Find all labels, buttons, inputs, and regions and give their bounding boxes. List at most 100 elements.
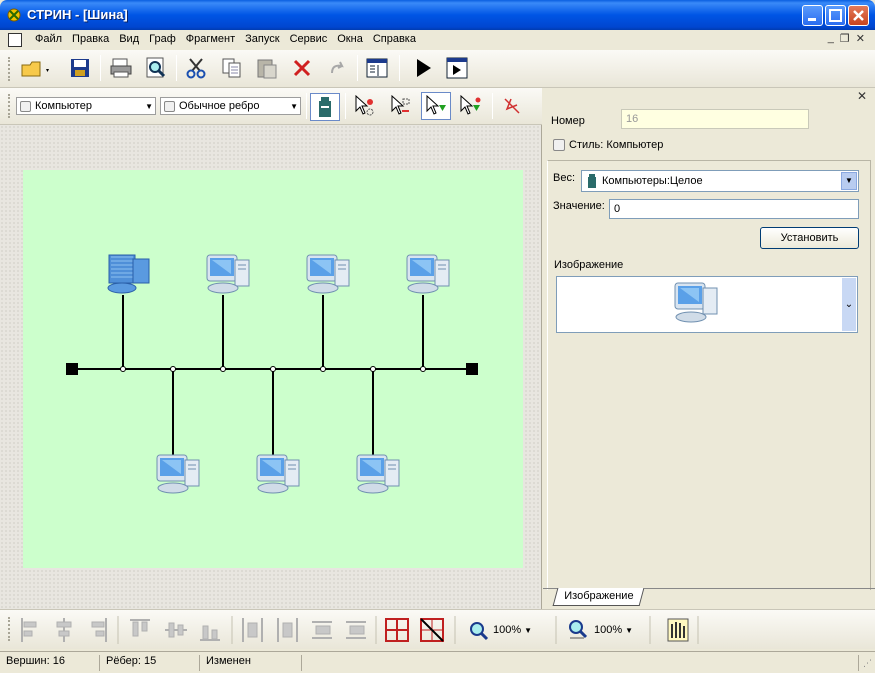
image-select[interactable]: ⌄ [556, 276, 858, 333]
step-button[interactable] [445, 56, 469, 80]
server-node[interactable] [107, 254, 150, 294]
add-vertex-button[interactable] [458, 94, 482, 118]
value-field[interactable]: 0 [609, 199, 859, 219]
select-edge-button[interactable] [388, 94, 412, 118]
menu-graph[interactable]: Граф [144, 33, 181, 45]
paste-button[interactable] [255, 56, 279, 80]
app-icon [7, 8, 21, 22]
open-folder-icon [21, 61, 49, 77]
preview-icon [146, 57, 166, 78]
menu-windows[interactable]: Окна [332, 33, 368, 45]
stop-icon [446, 57, 468, 79]
vertex-style-button[interactable] [310, 93, 340, 121]
weight-select[interactable]: Компьютеры:Целое ▼ [581, 170, 859, 192]
toolbar-grip[interactable] [8, 57, 11, 81]
zoom-selector-2[interactable]: 100% ▼ [594, 624, 633, 636]
graph-canvas[interactable] [0, 125, 542, 609]
image-label: Изображение [554, 259, 624, 271]
status-edges: Рёбер: 15 [102, 655, 200, 671]
computer-node[interactable] [206, 254, 250, 294]
run-button[interactable] [411, 56, 435, 80]
vertex-type-value: Компьютер [35, 100, 92, 112]
properties-button[interactable] [365, 56, 389, 80]
toolbar-grip[interactable] [8, 94, 11, 118]
weight-icon [319, 97, 331, 117]
cut-button[interactable] [184, 56, 208, 80]
no-grid-icon [420, 618, 444, 642]
save-icon [71, 59, 89, 77]
select-mode-button[interactable] [421, 92, 451, 120]
document-icon[interactable] [8, 33, 22, 47]
set-button[interactable]: Установить [760, 227, 859, 249]
align-center-h-icon [56, 618, 72, 642]
menu-file[interactable]: Файл [30, 33, 67, 45]
panel-tabs: Изображение [543, 588, 875, 608]
graph-area[interactable] [23, 170, 523, 568]
style-row: Стиль: Компьютер [553, 139, 663, 151]
menu-fragment[interactable]: Фрагмент [181, 33, 240, 45]
zoom-icon-1 [470, 622, 489, 641]
panel-close-icon[interactable]: ✕ [857, 89, 867, 103]
space-v-icon [312, 621, 332, 639]
preview-button[interactable] [144, 56, 168, 80]
properties-icon [366, 58, 388, 78]
computer-node[interactable] [306, 254, 350, 294]
computer-node[interactable] [406, 254, 450, 294]
menu-view[interactable]: Вид [114, 33, 144, 45]
menu-run[interactable]: Запуск [240, 33, 284, 45]
align-right-icon [91, 618, 107, 642]
save-button[interactable] [68, 56, 92, 80]
space-v2-icon [346, 621, 366, 639]
maximize-button[interactable] [825, 5, 846, 26]
mdi-restore-icon[interactable]: ❐ [840, 32, 850, 45]
zoom-selector-1[interactable]: 100% ▼ [493, 624, 532, 636]
delete-button[interactable] [290, 56, 314, 80]
tab-image[interactable]: Изображение [552, 588, 645, 606]
copy-icon [222, 58, 241, 78]
menu-edit[interactable]: Правка [67, 33, 114, 45]
hand-icon [667, 618, 689, 642]
bus-terminator-right[interactable] [466, 363, 478, 375]
copy-button[interactable] [220, 56, 244, 80]
vertex-type-select[interactable]: Компьютер ▼ [16, 97, 156, 115]
edge-type-select[interactable]: Обычное ребро ▼ [160, 97, 301, 115]
chevron-down-icon[interactable]: ▼ [841, 172, 857, 190]
separator [306, 93, 307, 119]
print-button[interactable] [109, 56, 133, 80]
edge-style-icon [164, 100, 175, 112]
zoom-value-1: 100% [493, 624, 522, 636]
chevron-down-icon[interactable]: ▼ [145, 102, 153, 111]
chevron-down-icon[interactable]: ⌄ [842, 278, 856, 331]
weight-value: Компьютеры:Целое [602, 175, 703, 187]
status-empty [304, 655, 859, 671]
menu-help[interactable]: Справка [368, 33, 421, 45]
separator [176, 55, 177, 81]
open-button[interactable] [18, 56, 52, 80]
align-bottom-icon [200, 625, 220, 641]
bus-terminator-left[interactable] [66, 363, 78, 375]
minimize-button[interactable] [802, 5, 823, 26]
computer-node[interactable] [156, 454, 200, 494]
window-title: СТРИН - [Шина] [27, 7, 128, 22]
status-vertices: Вершин: 16 [2, 655, 100, 671]
title-bar: СТРИН - [Шина] [0, 0, 875, 30]
select-vertex-button[interactable] [352, 94, 376, 118]
close-button[interactable] [848, 5, 869, 26]
mdi-controls: _ ❐ ✕ [828, 32, 865, 45]
graph-drawing[interactable] [23, 170, 523, 568]
undo-button[interactable] [326, 56, 350, 80]
separator [492, 93, 493, 119]
chevron-down-icon: ▼ [524, 625, 533, 635]
align-icons [21, 616, 699, 644]
resize-grip-icon[interactable]: ⋰ [863, 658, 872, 669]
computer-node[interactable] [356, 454, 400, 494]
menu-service[interactable]: Сервис [285, 33, 333, 45]
add-edge-button[interactable] [500, 94, 524, 118]
tab-image-label: Изображение [564, 590, 634, 602]
attributes-group [547, 160, 871, 590]
mdi-close-icon[interactable]: ✕ [856, 32, 865, 45]
computer-node[interactable] [256, 454, 300, 494]
mdi-minimize-icon[interactable]: _ [828, 32, 834, 45]
chevron-down-icon[interactable]: ▼ [290, 102, 298, 111]
number-field[interactable]: 16 [621, 109, 809, 129]
